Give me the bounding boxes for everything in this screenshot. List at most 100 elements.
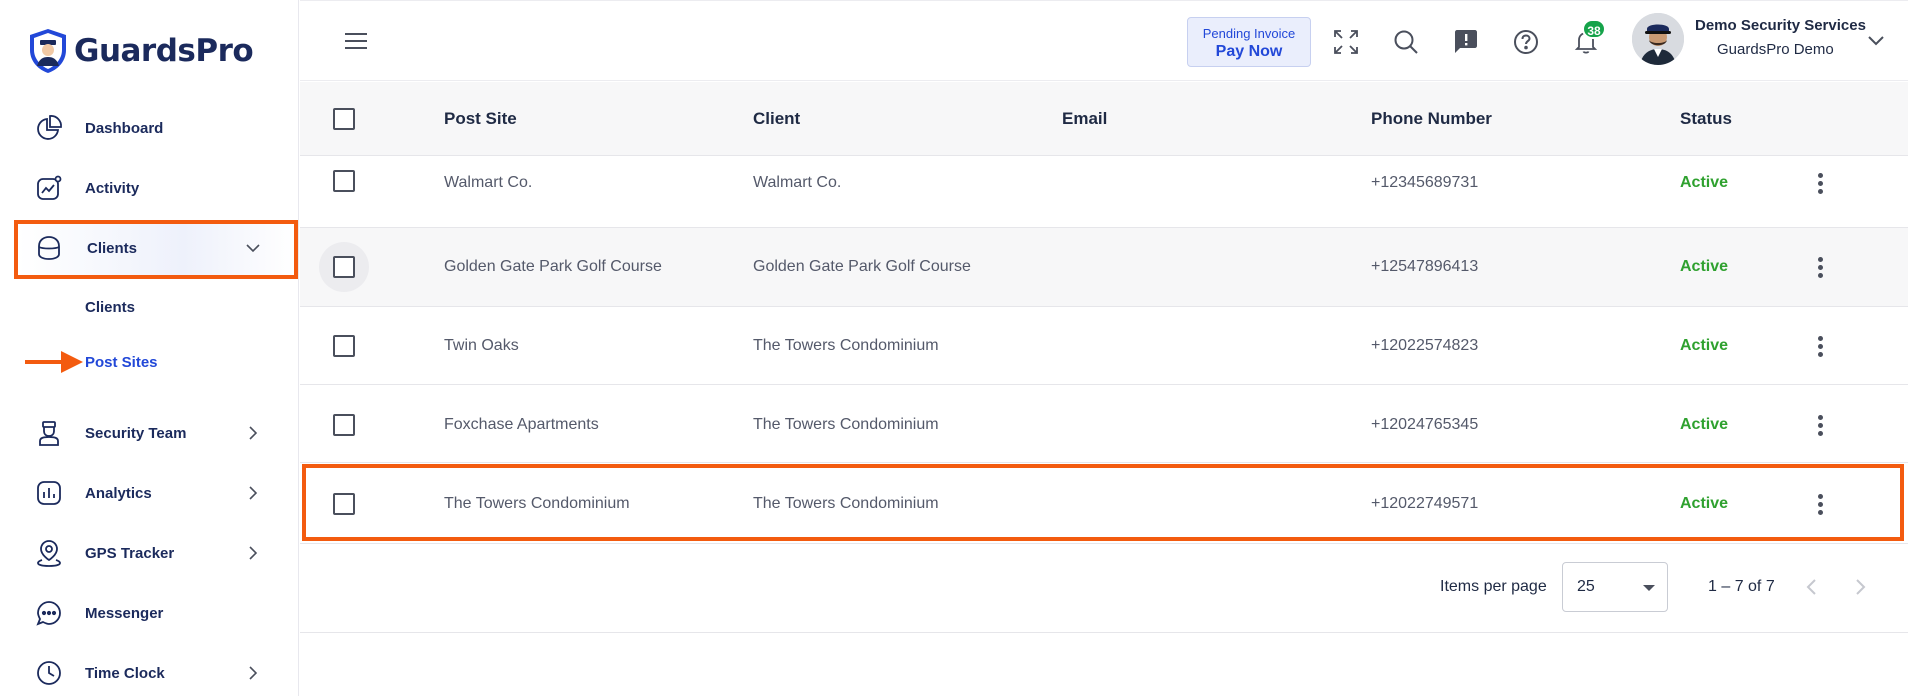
brand-name: GuardsPro — [74, 33, 254, 69]
client-cell: The Towers Condominium — [753, 337, 939, 354]
user-name: Demo Security Services — [1695, 17, 1866, 34]
analytics-icon — [34, 478, 64, 508]
row-checkbox[interactable] — [333, 170, 355, 192]
user-org: GuardsPro Demo — [1717, 41, 1834, 58]
menu-icon[interactable] — [344, 31, 368, 51]
activity-icon — [34, 173, 64, 203]
sidebar-item-label: GPS Tracker — [85, 544, 175, 562]
row-checkbox[interactable] — [333, 256, 355, 278]
table-row[interactable]: Walmart Co. Walmart Co. +12345689731 Act… — [300, 156, 1908, 228]
post-site-cell: Golden Gate Park Golf Course — [444, 258, 662, 275]
row-checkbox[interactable] — [333, 414, 355, 436]
dropdown-caret-icon — [1643, 585, 1655, 591]
paginator: Items per page 25 1 – 7 of 7 — [300, 545, 1908, 633]
sidebar-item-dashboard[interactable]: Dashboard — [0, 98, 299, 158]
items-per-page-label: Items per page — [1440, 578, 1547, 595]
sidebar-item-label: Activity — [85, 179, 140, 197]
pending-invoice-label: Pending Invoice — [1202, 26, 1296, 41]
column-header-status[interactable]: Status — [1680, 109, 1732, 129]
row-checkbox[interactable] — [333, 335, 355, 357]
pay-now-button[interactable]: Pending Invoice Pay Now — [1187, 17, 1311, 67]
client-cell: The Towers Condominium — [753, 416, 939, 433]
sidebar-subitem-clients[interactable]: Clients — [85, 299, 135, 316]
pay-now-label: Pay Now — [1215, 43, 1283, 60]
chevron-right-icon — [249, 666, 258, 680]
messenger-icon — [34, 598, 64, 628]
column-header-phone-number[interactable]: Phone Number — [1371, 109, 1492, 129]
previous-page-icon[interactable] — [1800, 575, 1824, 599]
top-bar: Pending Invoice Pay Now 38 Demo Security… — [300, 0, 1908, 81]
more-options-icon[interactable] — [1815, 415, 1825, 437]
time-clock-icon — [34, 658, 64, 688]
phone-cell: +12022574823 — [1371, 337, 1479, 354]
client-cell: Walmart Co. — [753, 174, 842, 191]
chevron-right-icon — [249, 546, 258, 560]
page-range: 1 – 7 of 7 — [1708, 578, 1775, 595]
sidebar-item-label: Time Clock — [85, 664, 165, 682]
avatar[interactable] — [1632, 13, 1684, 65]
sidebar-item-label: Messenger — [85, 604, 164, 622]
table-row[interactable]: Golden Gate Park Golf Course Golden Gate… — [300, 228, 1908, 307]
more-options-icon[interactable] — [1815, 336, 1825, 358]
arrow-right-icon — [25, 351, 83, 373]
more-options-icon[interactable] — [1815, 173, 1825, 195]
status-badge: Active — [1680, 174, 1729, 191]
column-header-post-site[interactable]: Post Site — [444, 109, 517, 129]
search-icon[interactable] — [1391, 27, 1421, 57]
sidebar-item-analytics[interactable]: Analytics — [0, 463, 299, 523]
table-row[interactable]: Foxchase Apartments The Towers Condomini… — [300, 385, 1908, 463]
security-team-icon — [34, 418, 64, 448]
sidebar-item-gps-tracker[interactable]: GPS Tracker — [0, 523, 299, 583]
status-badge: Active — [1680, 258, 1729, 275]
logo[interactable]: GuardsPro — [28, 28, 254, 74]
notification-count-badge: 38 — [1582, 19, 1606, 39]
gps-tracker-icon — [34, 538, 64, 568]
table-row[interactable]: The Towers Condominium The Towers Condom… — [300, 463, 1908, 544]
status-badge: Active — [1680, 416, 1729, 433]
table-row[interactable]: Twin Oaks The Towers Condominium +120225… — [300, 307, 1908, 385]
column-header-email[interactable]: Email — [1062, 109, 1107, 129]
phone-cell: +12022749571 — [1371, 495, 1479, 512]
post-site-cell: Twin Oaks — [444, 337, 519, 354]
chevron-right-icon — [249, 486, 258, 500]
feedback-icon[interactable] — [1451, 27, 1481, 57]
post-site-cell: The Towers Condominium — [444, 495, 630, 512]
column-header-client[interactable]: Client — [753, 109, 800, 129]
more-options-icon[interactable] — [1815, 494, 1825, 516]
sidebar-item-label: Clients — [87, 239, 138, 257]
table-header: Post Site Client Email Phone Number Stat… — [300, 82, 1908, 156]
sidebar-item-time-clock[interactable]: Time Clock — [0, 643, 299, 696]
sidebar-subitem-post-sites[interactable]: Post Sites — [85, 354, 158, 371]
client-cell: The Towers Condominium — [753, 495, 939, 512]
sidebar-item-label: Dashboard — [85, 119, 164, 137]
client-cell: Golden Gate Park Golf Course — [753, 258, 971, 275]
chevron-down-icon — [246, 244, 260, 253]
sidebar-item-label: Analytics — [85, 484, 152, 502]
select-all-checkbox[interactable] — [333, 108, 355, 130]
dashboard-icon — [34, 113, 64, 143]
phone-cell: +12345689731 — [1371, 174, 1479, 191]
status-badge: Active — [1680, 337, 1729, 354]
post-site-cell: Walmart Co. — [444, 174, 533, 191]
items-per-page-value: 25 — [1577, 578, 1595, 595]
sidebar-item-security-team[interactable]: Security Team — [0, 403, 299, 463]
sidebar-item-label: Security Team — [85, 424, 187, 442]
post-site-cell: Foxchase Apartments — [444, 416, 599, 433]
sidebar-item-clients[interactable]: Clients — [0, 218, 299, 278]
row-checkbox[interactable] — [333, 493, 355, 515]
sidebar: GuardsPro Dashboard Activity Clients Cli… — [0, 0, 299, 696]
sidebar-item-messenger[interactable]: Messenger — [0, 583, 299, 643]
status-badge: Active — [1680, 495, 1729, 512]
chevron-down-icon[interactable] — [1868, 34, 1884, 46]
items-per-page-select[interactable]: 25 — [1562, 562, 1668, 612]
more-options-icon[interactable] — [1815, 257, 1825, 279]
guard-logo-icon — [30, 29, 66, 73]
chevron-right-icon — [249, 426, 258, 440]
next-page-icon[interactable] — [1848, 575, 1872, 599]
sidebar-item-activity[interactable]: Activity — [0, 158, 299, 218]
help-icon[interactable] — [1511, 27, 1541, 57]
phone-cell: +12547896413 — [1371, 258, 1479, 275]
phone-cell: +12024765345 — [1371, 416, 1479, 433]
fullscreen-icon[interactable] — [1331, 27, 1361, 57]
clients-icon — [34, 233, 64, 263]
